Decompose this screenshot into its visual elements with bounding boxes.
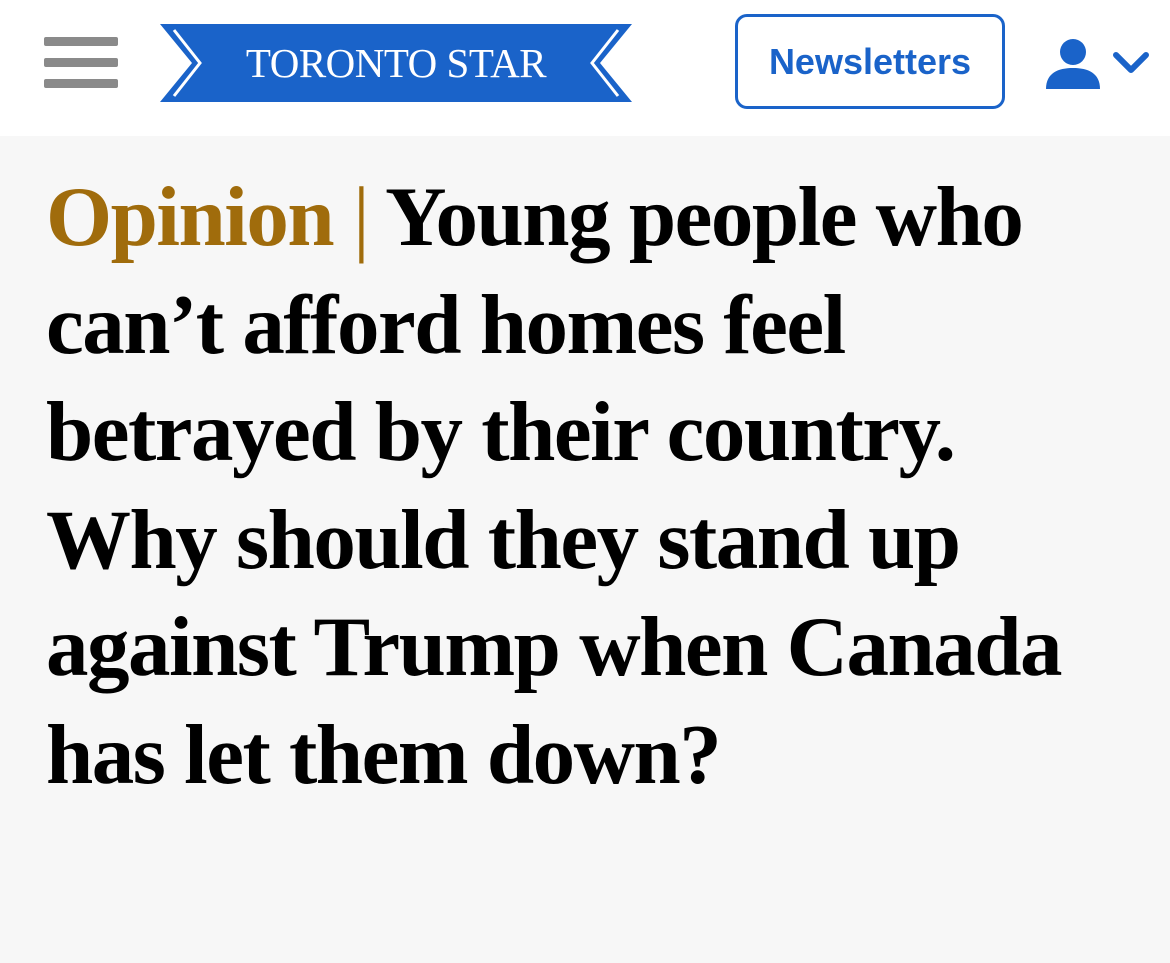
- kicker-separator: |: [352, 170, 370, 264]
- opinion-kicker[interactable]: Opinion: [46, 170, 335, 264]
- site-header: TORONTO STAR Newsletters: [0, 0, 1170, 136]
- newsletters-button[interactable]: Newsletters: [735, 14, 1005, 109]
- account-menu[interactable]: [1040, 33, 1152, 93]
- hamburger-menu-icon[interactable]: [44, 37, 118, 89]
- toronto-star-logo[interactable]: TORONTO STAR: [160, 24, 632, 102]
- article-headline[interactable]: Opinion | Young people who can’t afford …: [46, 164, 1136, 809]
- brand-wordmark: TORONTO STAR: [245, 40, 547, 86]
- headline-text: Young people who can’t afford homes feel…: [46, 170, 1063, 802]
- user-icon: [1046, 39, 1100, 89]
- chevron-down-icon: [1113, 52, 1149, 73]
